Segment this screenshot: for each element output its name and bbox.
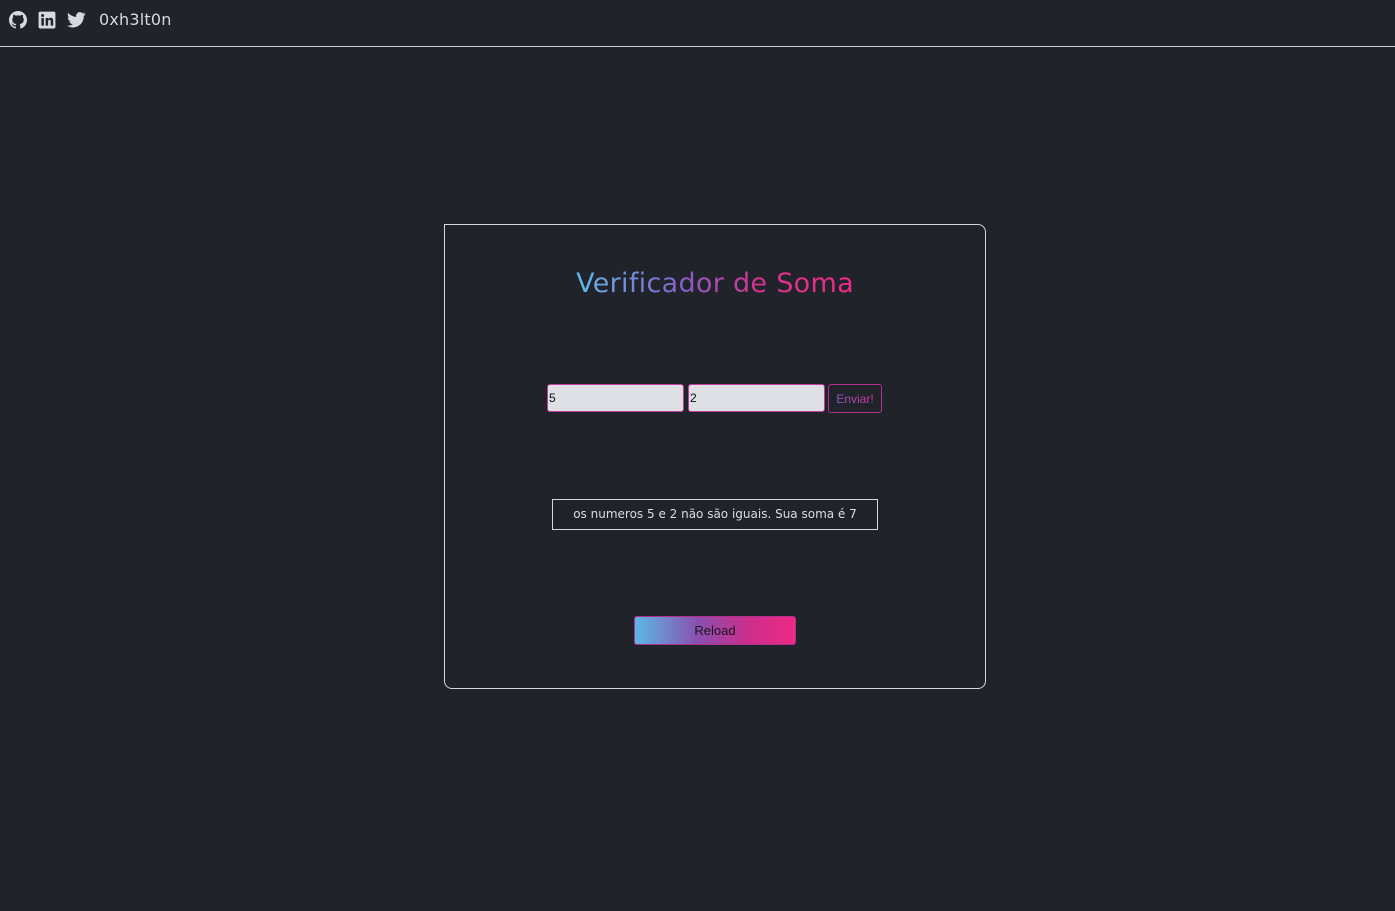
page-title: Verificador de Soma [445, 267, 985, 301]
second-number-input[interactable] [688, 384, 825, 412]
top-navbar: 0xh3lt0n [0, 0, 1395, 47]
github-icon[interactable] [9, 11, 27, 29]
brand-name[interactable]: 0xh3lt0n [99, 10, 172, 30]
sum-checker-card: Verificador de Soma Enviar! os numeros 5… [444, 224, 986, 689]
first-number-input[interactable] [547, 384, 684, 412]
send-button-label: Enviar! [836, 391, 874, 406]
page-title-text: Verificador de Soma [576, 268, 854, 299]
twitter-icon[interactable] [67, 11, 86, 29]
send-button[interactable]: Enviar! [828, 384, 882, 413]
reload-button[interactable]: Reload [634, 616, 796, 645]
result-message: os numeros 5 e 2 não são iguais. Sua som… [552, 499, 878, 530]
linkedin-icon[interactable] [38, 11, 56, 29]
